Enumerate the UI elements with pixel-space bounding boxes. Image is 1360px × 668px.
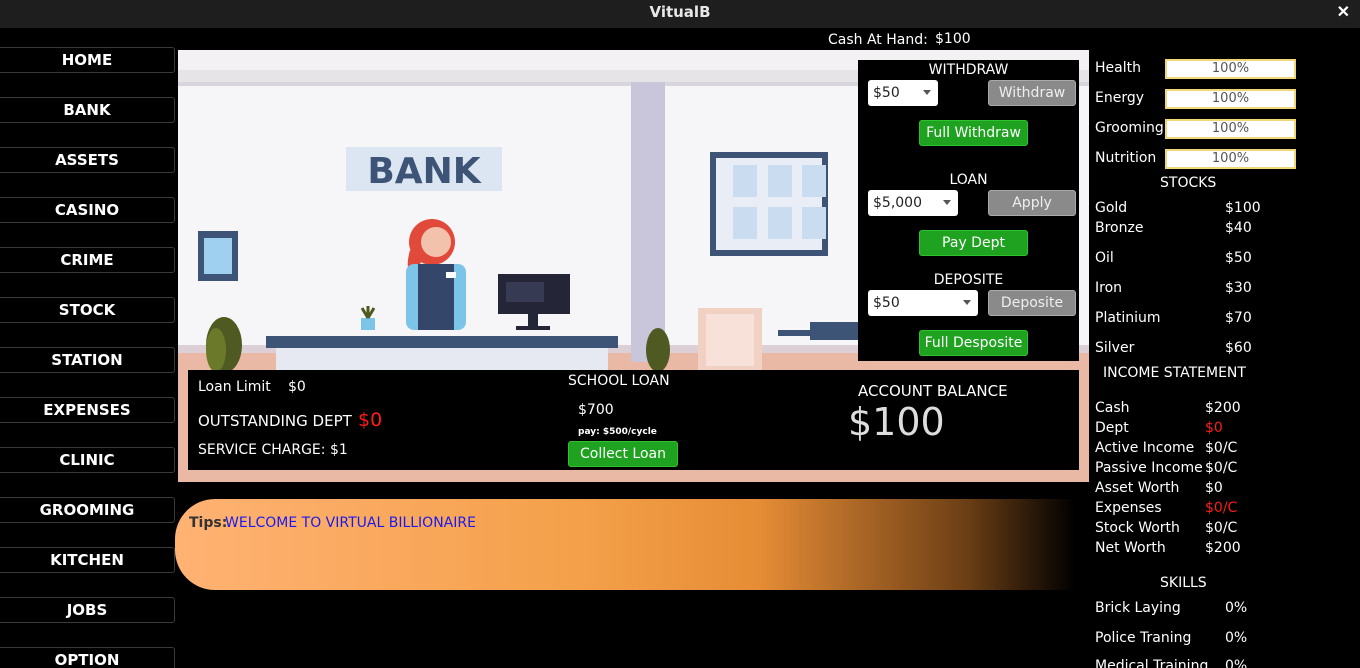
income-value: $0/C <box>1205 500 1238 516</box>
bank-controls-panel: WITHDRAW $50 Withdraw Full Withdraw LOAN… <box>858 60 1079 361</box>
stocks-header: STOCKS <box>1160 175 1217 191</box>
withdraw-amount-value: $50 <box>873 85 900 101</box>
income-value: $200 <box>1205 540 1241 556</box>
stock-price: $50 <box>1225 250 1252 266</box>
skill-name: Brick Laying <box>1095 600 1181 616</box>
income-name: Asset Worth <box>1095 480 1180 496</box>
school-loan-label: SCHOOL LOAN <box>568 373 670 389</box>
income-value: $0/C <box>1205 460 1238 476</box>
account-balance-value: $100 <box>848 400 945 444</box>
nav-crime-button[interactable]: CRIME <box>0 247 175 273</box>
close-icon[interactable]: ✕ <box>1337 2 1350 22</box>
chevron-down-icon <box>943 200 951 205</box>
loan-limit-label: Loan Limit <box>198 379 271 395</box>
loan-amount-select[interactable]: $5,000 <box>868 190 958 216</box>
stock-price: $70 <box>1225 310 1252 326</box>
full-deposit-button[interactable]: Full Desposite <box>919 330 1028 356</box>
school-loan-value: $700 <box>578 402 614 418</box>
skill-value: 0% <box>1225 600 1248 616</box>
nav-stock-button[interactable]: STOCK <box>0 297 175 323</box>
school-loan-pay: pay: $500/cycle <box>578 427 657 437</box>
income-statement-header: INCOME STATEMENT <box>1103 365 1246 381</box>
nav-option-button[interactable]: OPTION <box>0 647 175 668</box>
income-value: $0/C <box>1205 440 1238 456</box>
tips-banner: Tips: WELCOME TO VIRTUAL BILLIONAIRE <box>175 499 1075 590</box>
chevron-down-icon <box>923 90 931 95</box>
stock-price: $60 <box>1225 340 1252 356</box>
nav-jobs-button[interactable]: JOBS <box>0 597 175 623</box>
full-withdraw-button[interactable]: Full Withdraw <box>919 120 1028 146</box>
cash-at-hand-label: Cash At Hand: <box>828 32 928 48</box>
grooming-label: Grooming <box>1095 120 1164 136</box>
loan-apply-button[interactable]: Apply <box>988 190 1076 216</box>
nav-clinic-button[interactable]: CLINIC <box>0 447 175 473</box>
income-name: Active Income <box>1095 440 1195 456</box>
account-balance-label: ACCOUNT BALANCE <box>858 382 1008 400</box>
chevron-down-icon <box>963 300 971 305</box>
income-value: $0 <box>1205 480 1223 496</box>
loan-limit-value: $0 <box>288 379 306 395</box>
skills-header: SKILLS <box>1160 575 1207 591</box>
skill-name: Medical Training <box>1095 658 1209 668</box>
nutrition-label: Nutrition <box>1095 150 1157 166</box>
stock-name: Bronze <box>1095 220 1144 236</box>
stock-name: Oil <box>1095 250 1114 266</box>
income-value: $200 <box>1205 400 1241 416</box>
health-label: Health <box>1095 60 1141 76</box>
nav-assets-button[interactable]: ASSETS <box>0 147 175 173</box>
skill-value: 0% <box>1225 630 1248 646</box>
window-title: VitualB <box>649 3 711 21</box>
outstanding-dept-value: $0 <box>358 409 383 431</box>
nav-grooming-button[interactable]: GROOMING <box>0 497 175 523</box>
income-name: Expenses <box>1095 500 1162 516</box>
pay-dept-button[interactable]: Pay Dept <box>919 230 1028 256</box>
deposit-amount-value: $50 <box>873 295 900 311</box>
nav-station-button[interactable]: STATION <box>0 347 175 373</box>
income-name: Cash <box>1095 400 1130 416</box>
loan-amount-value: $5,000 <box>873 195 922 211</box>
energy-label: Energy <box>1095 90 1145 106</box>
collect-loan-button[interactable]: Collect Loan <box>568 441 678 467</box>
tips-label: Tips: <box>189 515 228 531</box>
stock-name: Iron <box>1095 280 1123 296</box>
deposit-header: DEPOSITE <box>933 272 1004 288</box>
stock-price: $40 <box>1225 220 1252 236</box>
income-value: $0 <box>1205 420 1223 436</box>
outstanding-dept-label: OUTSTANDING DEPT <box>198 412 352 430</box>
deposit-amount-select[interactable]: $50 <box>868 290 978 316</box>
income-name: Dept <box>1095 420 1129 436</box>
income-name: Net Worth <box>1095 540 1166 556</box>
stock-price: $30 <box>1225 280 1252 296</box>
deposit-button[interactable]: Deposite <box>988 290 1076 316</box>
stock-name: Gold <box>1095 200 1128 216</box>
skill-name: Police Traning <box>1095 630 1192 646</box>
nav-home-button[interactable]: HOME <box>0 47 175 73</box>
nutrition-bar: 100% <box>1165 149 1296 169</box>
skill-value: 0% <box>1225 658 1248 668</box>
income-value: $0/C <box>1205 520 1238 536</box>
energy-bar: 100% <box>1165 89 1296 109</box>
title-bar: VitualB ✕ <box>0 0 1360 28</box>
nav-expenses-button[interactable]: EXPENSES <box>0 397 175 423</box>
health-bar: 100% <box>1165 59 1296 79</box>
service-charge: SERVICE CHARGE: $1 <box>198 442 348 458</box>
income-name: Stock Worth <box>1095 520 1180 536</box>
withdraw-amount-select[interactable]: $50 <box>868 80 938 106</box>
stock-name: Platinium <box>1095 310 1161 326</box>
stock-price: $100 <box>1225 200 1261 216</box>
stock-name: Silver <box>1095 340 1135 356</box>
income-name: Passive Income <box>1095 460 1203 476</box>
withdraw-button[interactable]: Withdraw <box>988 80 1076 106</box>
tips-message: WELCOME TO VIRTUAL BILLIONAIRE <box>225 515 476 531</box>
nav-kitchen-button[interactable]: KITCHEN <box>0 547 175 573</box>
cash-at-hand-value: $100 <box>935 31 971 47</box>
loan-header: LOAN <box>949 172 988 188</box>
nav-casino-button[interactable]: CASINO <box>0 197 175 223</box>
account-info-panel: Loan Limit $0 OUTSTANDING DEPT $0 SERVIC… <box>188 370 1079 470</box>
withdraw-header: WITHDRAW <box>928 62 1009 78</box>
nav-bank-button[interactable]: BANK <box>0 97 175 123</box>
grooming-bar: 100% <box>1165 119 1296 139</box>
bank-sign-text: BANK <box>367 151 481 192</box>
